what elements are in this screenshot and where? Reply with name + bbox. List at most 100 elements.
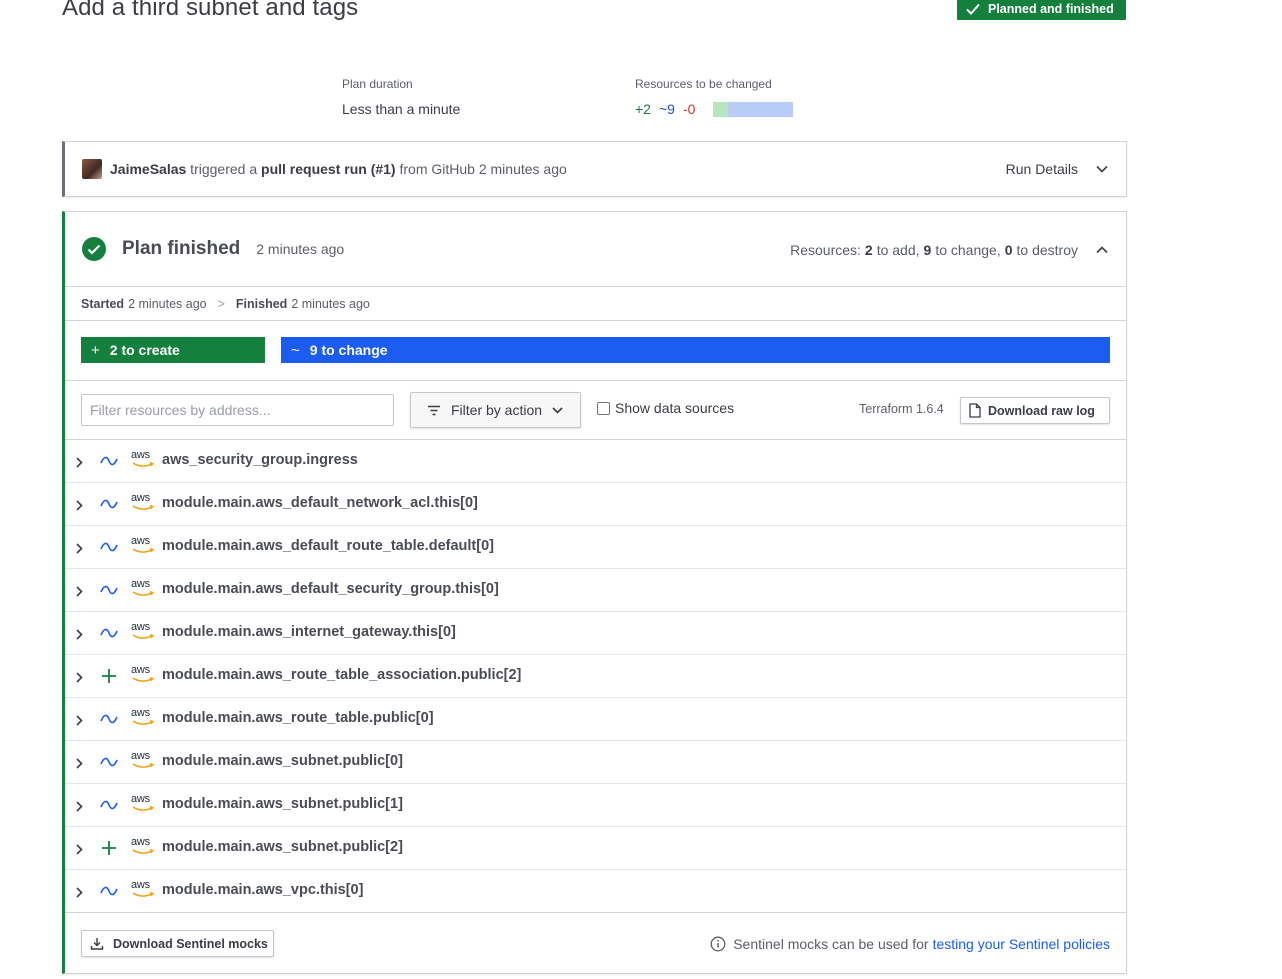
chevron-right-icon[interactable]	[76, 455, 83, 471]
resource-row[interactable]: aws module.main.aws_subnet.public[2]	[65, 827, 1126, 870]
resources-destroy-count: 0	[1004, 241, 1013, 258]
terraform-version: Terraform 1.6.4	[859, 402, 944, 416]
add-count: +2	[635, 101, 651, 117]
resource-address: module.main.aws_default_security_group.t…	[162, 581, 499, 597]
filter-by-action-label: Filter by action	[451, 402, 543, 418]
aws-logo-text: aws	[131, 879, 150, 891]
sentinel-mocks-text: Sentinel mocks can be used for	[733, 936, 929, 952]
resource-address: module.main.aws_vpc.this[0]	[162, 882, 364, 898]
resource-row[interactable]: aws module.main.aws_default_security_grou…	[65, 569, 1126, 612]
aws-logo-text: aws	[131, 664, 150, 676]
avatar	[82, 159, 102, 179]
resources-change-count: 9	[923, 241, 932, 258]
filter-by-action-dropdown[interactable]: Filter by action	[410, 392, 581, 428]
plan-footer: Download Sentinel mocks Sentinel mocks c…	[65, 913, 1126, 973]
filter-lines-icon	[428, 405, 440, 415]
run-source-text: from GitHub 2 minutes ago	[395, 161, 567, 177]
run-triggered-text: triggered a	[186, 161, 262, 177]
chevron-right-icon[interactable]	[76, 627, 83, 643]
status-badge: Planned and finished	[957, 0, 1126, 20]
tilde-icon	[99, 753, 119, 771]
change-summary-button[interactable]: ~ 9 to change	[281, 337, 1110, 363]
resource-row[interactable]: aws module.main.aws_default_route_table.d…	[65, 526, 1126, 569]
plan-header[interactable]: Plan finished 2 minutes ago Resources: 2…	[65, 212, 1126, 287]
aws-logo-text: aws	[131, 535, 150, 547]
aws-logo-icon: aws	[131, 794, 155, 814]
checkbox-box[interactable]	[597, 401, 610, 415]
download-raw-log-button[interactable]: Download raw log	[960, 397, 1110, 424]
plan-duration-label: Plan duration	[342, 77, 413, 91]
resource-row[interactable]: aws module.main.aws_subnet.public[0]	[65, 741, 1126, 784]
chevron-right-icon[interactable]	[76, 842, 83, 858]
run-details-toggle[interactable]: Run Details	[1006, 142, 1108, 196]
change-summary-label: 9 to change	[309, 342, 388, 358]
resource-bar-change-segment	[728, 102, 793, 117]
resources-add-text: to add,	[876, 241, 920, 258]
resource-address: module.main.aws_internet_gateway.this[0]	[162, 624, 456, 640]
started-value: 2 minutes ago	[128, 296, 207, 311]
resource-bar-add-segment	[713, 102, 728, 117]
aws-logo-icon: aws	[131, 450, 155, 470]
download-icon	[90, 938, 104, 950]
chevron-right-icon[interactable]	[76, 584, 83, 600]
check-circle-icon	[82, 237, 106, 261]
chevron-right-icon[interactable]	[76, 670, 83, 686]
chevron-right-icon[interactable]	[76, 885, 83, 901]
resource-address: module.main.aws_route_table_association.…	[162, 667, 522, 683]
resource-address: module.main.aws_subnet.public[2]	[162, 839, 403, 855]
tilde-icon	[99, 882, 119, 900]
resource-row[interactable]: aws module.main.aws_route_table.public[0]	[65, 698, 1126, 741]
aws-logo-text: aws	[131, 449, 150, 461]
resource-address: module.main.aws_route_table.public[0]	[162, 710, 434, 726]
resource-row[interactable]: aws module.main.aws_internet_gateway.this…	[65, 612, 1126, 655]
resource-row[interactable]: aws module.main.aws_subnet.public[1]	[65, 784, 1126, 827]
check-icon	[966, 3, 980, 15]
resource-address: module.main.aws_default_route_table.defa…	[162, 538, 494, 554]
run-trigger-bar: JaimeSalas triggered a pull request run …	[62, 141, 1127, 197]
resources-changed-label: Resources to be changed	[635, 77, 772, 91]
show-data-sources-checkbox[interactable]: Show data sources	[597, 400, 734, 416]
sentinel-policies-link[interactable]: testing your Sentinel policies	[933, 936, 1110, 952]
timeline-separator: >	[217, 296, 225, 311]
resource-address: aws_security_group.ingress	[162, 452, 358, 468]
chevron-up-icon[interactable]	[1096, 245, 1108, 254]
run-type[interactable]: pull request run (#1)	[261, 161, 396, 177]
aws-logo-icon: aws	[131, 665, 155, 685]
aws-logo-text: aws	[131, 492, 150, 504]
run-trigger-text: JaimeSalas triggered a pull request run …	[110, 161, 567, 177]
chevron-right-icon[interactable]	[76, 498, 83, 514]
resources-add-count: 2	[864, 241, 873, 258]
chevron-right-icon[interactable]	[76, 756, 83, 772]
resource-row[interactable]: aws module.main.aws_vpc.this[0]	[65, 870, 1126, 913]
aws-logo-icon: aws	[131, 579, 155, 599]
sentinel-mocks-info: Sentinel mocks can be used for testing y…	[710, 936, 1110, 952]
create-summary-button[interactable]: + 2 to create	[81, 337, 265, 363]
aws-logo-icon: aws	[131, 536, 155, 556]
run-user[interactable]: JaimeSalas	[110, 161, 186, 177]
destroy-count: -0	[682, 101, 696, 117]
resource-row[interactable]: aws module.main.aws_route_table_associati…	[65, 655, 1126, 698]
aws-logo-icon: aws	[131, 493, 155, 513]
resource-address: module.main.aws_subnet.public[0]	[162, 753, 403, 769]
resource-list: aws aws_security_group.ingress aws module.m…	[65, 440, 1126, 913]
chevron-down-icon	[1096, 165, 1108, 173]
aws-logo-text: aws	[131, 750, 150, 762]
tilde-icon	[99, 796, 119, 814]
filter-resources-input[interactable]	[81, 394, 394, 426]
info-icon	[710, 936, 726, 952]
chevron-right-icon[interactable]	[76, 713, 83, 729]
resource-row[interactable]: aws module.main.aws_default_network_acl.t…	[65, 483, 1126, 526]
show-data-sources-label: Show data sources	[615, 400, 735, 416]
tilde-icon	[99, 452, 119, 470]
change-summary: + 2 to create ~ 9 to change	[65, 321, 1126, 381]
download-sentinel-mocks-button[interactable]: Download Sentinel mocks	[81, 930, 274, 957]
tilde-icon	[99, 538, 119, 556]
aws-logo-text: aws	[131, 836, 150, 848]
aws-logo-icon: aws	[131, 837, 155, 857]
create-summary-label: 2 to create	[109, 342, 180, 358]
resource-row[interactable]: aws aws_security_group.ingress	[65, 440, 1126, 483]
tilde-icon	[99, 624, 119, 642]
chevron-right-icon[interactable]	[76, 541, 83, 557]
finished-value: 2 minutes ago	[291, 296, 370, 311]
chevron-right-icon[interactable]	[76, 799, 83, 815]
